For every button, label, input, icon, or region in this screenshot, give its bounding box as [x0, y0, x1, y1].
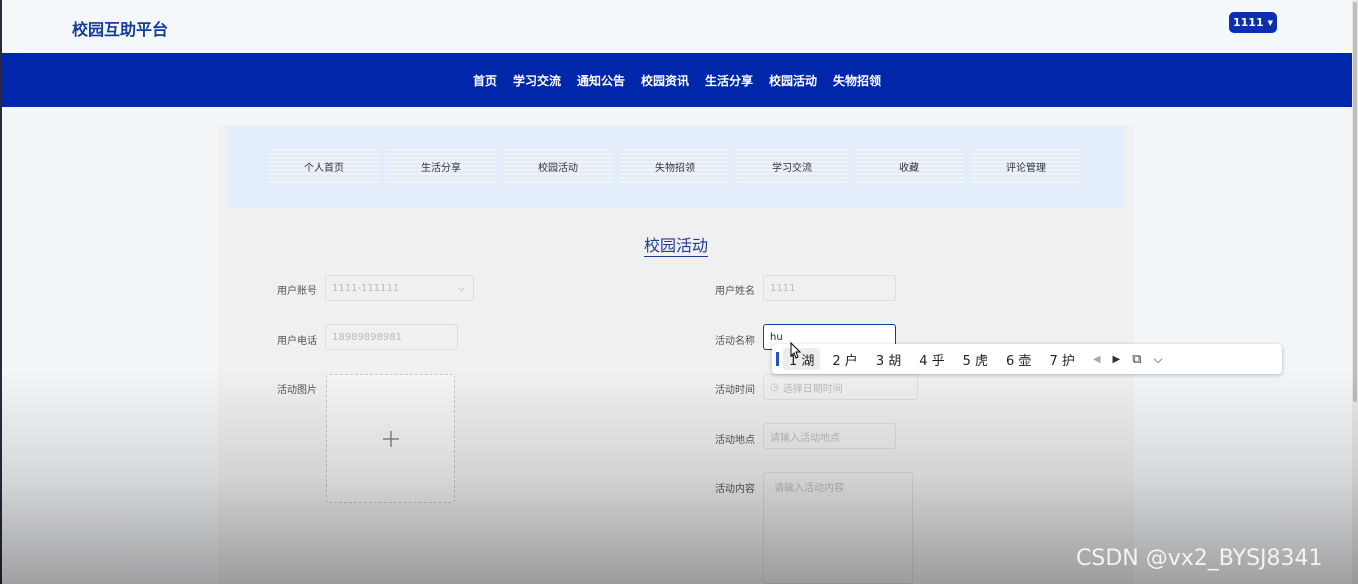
user-label: 1111: [1232, 16, 1264, 29]
subnav-item-study[interactable]: 学习交流: [737, 149, 847, 183]
user-subnav: 个人首页 生活分享 校园活动 失物招领 学习交流 收藏 评论管理: [228, 126, 1124, 208]
subnav-item-comments[interactable]: 评论管理: [971, 149, 1081, 183]
content-label: 活动内容: [715, 484, 755, 495]
nav-item-activity[interactable]: 校园活动: [769, 72, 817, 89]
name-label: 用户姓名: [715, 286, 755, 297]
clock-icon: ◷: [770, 381, 779, 393]
ime-candidate[interactable]: 5 虎: [957, 348, 994, 370]
caret-down-icon: ▼: [1267, 18, 1273, 27]
subnav-item-lost-found[interactable]: 失物招领: [620, 149, 730, 183]
ime-candidate[interactable]: 3 胡: [870, 348, 907, 370]
image-upload[interactable]: [326, 374, 455, 503]
nav-item-home[interactable]: 首页: [473, 72, 497, 89]
chevron-down-icon: ⌵: [458, 284, 465, 294]
header: 校园互助平台 1111 ▼: [2, 0, 1352, 53]
scrollbar-thumb[interactable]: [1353, 2, 1357, 402]
nav-item-study[interactable]: 学习交流: [513, 72, 561, 89]
location-label: 活动地点: [715, 435, 755, 446]
mouse-cursor-icon: [790, 342, 802, 359]
ime-candidate-bar: 1 湖 2 户 3 胡 4 乎 5 虎 6 壶 7 护 ◀ ▶ ⧉ ⌵: [772, 344, 1282, 374]
subnav-item-activity[interactable]: 校园活动: [503, 149, 613, 183]
nav-item-notice[interactable]: 通知公告: [577, 72, 625, 89]
nav-item-news[interactable]: 校园资讯: [641, 72, 689, 89]
sticker-icon[interactable]: ⧉: [1132, 352, 1141, 367]
site-brand[interactable]: 校园互助平台: [72, 16, 168, 40]
subnav-item-home[interactable]: 个人首页: [269, 149, 379, 183]
account-label: 用户账号: [277, 286, 317, 297]
image-label: 活动图片: [277, 385, 317, 396]
plus-icon: [382, 430, 399, 447]
page-title: 校园活动: [643, 236, 708, 257]
expand-icon[interactable]: ⌵: [1154, 352, 1163, 367]
next-page-icon[interactable]: ▶: [1113, 354, 1121, 365]
name-field[interactable]: 1111: [763, 275, 896, 301]
ime-caret: [776, 352, 779, 366]
page-scrollbar[interactable]: [1352, 0, 1358, 584]
watermark-text: CSDN @vx2_BYSJ8341: [1076, 546, 1323, 571]
ime-candidate[interactable]: 4 乎: [913, 348, 950, 370]
time-picker[interactable]: ◷ 选择日期时间: [763, 374, 918, 400]
subnav-item-life[interactable]: 生活分享: [386, 149, 496, 183]
nav-item-life[interactable]: 生活分享: [705, 72, 753, 89]
phone-label: 用户电话: [277, 336, 317, 347]
phone-field[interactable]: 18989898981: [325, 324, 458, 350]
location-input[interactable]: 请输入活动地点: [763, 423, 896, 449]
prev-page-icon[interactable]: ◀: [1093, 354, 1101, 365]
activity-name-label: 活动名称: [715, 336, 755, 347]
account-select[interactable]: 1111-111111 ⌵: [325, 275, 474, 301]
ime-candidate[interactable]: 7 护: [1043, 348, 1080, 370]
subnav-item-favorites[interactable]: 收藏: [854, 149, 964, 183]
time-label: 活动时间: [715, 385, 755, 396]
nav-item-lost-found[interactable]: 失物招领: [833, 72, 881, 89]
user-menu-button[interactable]: 1111 ▼: [1229, 12, 1277, 33]
ime-candidate[interactable]: 6 壶: [1000, 348, 1037, 370]
ime-candidate[interactable]: 2 户: [826, 348, 863, 370]
main-nav: 首页 学习交流 通知公告 校园资讯 生活分享 校园活动 失物招领: [2, 53, 1352, 107]
content-textarea[interactable]: 请输入活动内容: [763, 472, 913, 584]
